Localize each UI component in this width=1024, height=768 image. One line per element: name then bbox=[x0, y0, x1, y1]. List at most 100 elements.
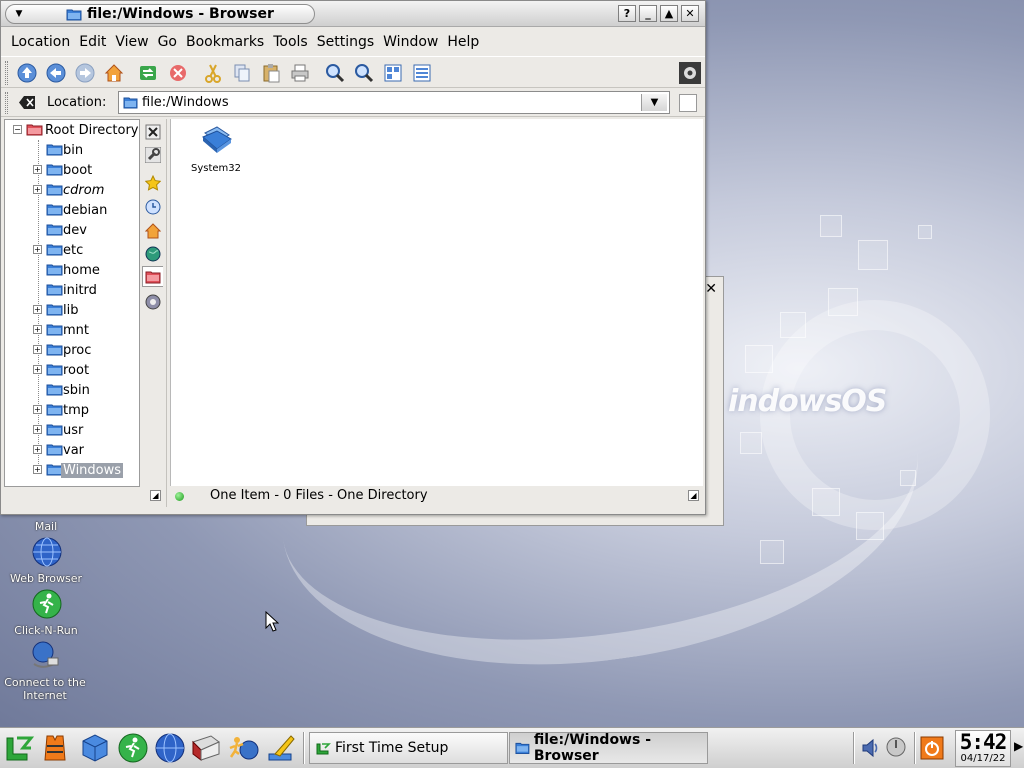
collapse-icon[interactable]: − bbox=[13, 125, 22, 134]
clear-location-icon[interactable] bbox=[19, 95, 36, 110]
file-cabinet-icon[interactable] bbox=[190, 732, 222, 764]
expand-icon[interactable]: + bbox=[33, 465, 42, 474]
menu-bar: Location Edit View Go Bookmarks Tools Se… bbox=[1, 29, 488, 55]
start-menu-icon[interactable] bbox=[3, 732, 35, 764]
back-button[interactable] bbox=[43, 60, 69, 86]
zoom-out-button[interactable] bbox=[351, 60, 377, 86]
clock[interactable]: 5:42 04/17/22 bbox=[955, 730, 1011, 767]
menu-bookmarks[interactable]: Bookmarks bbox=[186, 29, 264, 55]
expand-icon[interactable]: + bbox=[33, 405, 42, 414]
volume-icon[interactable] bbox=[861, 737, 881, 759]
forward-button[interactable] bbox=[72, 60, 98, 86]
print-icon bbox=[291, 64, 309, 82]
task-first-time-setup[interactable]: First Time Setup bbox=[309, 732, 508, 764]
tree-resize-icon[interactable]: ◢ bbox=[150, 490, 161, 501]
sidebar-tab-services[interactable] bbox=[142, 291, 163, 312]
sidebar-tab-configure[interactable] bbox=[142, 144, 163, 165]
file-item-system32[interactable]: System32 bbox=[187, 123, 245, 174]
title-bar[interactable]: ▼ file:/Windows - Browser ? _ ▲ ✕ bbox=[1, 1, 705, 27]
menu-settings[interactable]: Settings bbox=[317, 29, 374, 55]
stop-icon bbox=[170, 65, 186, 81]
up-button[interactable] bbox=[14, 60, 40, 86]
desktop-icon-label-connect[interactable]: Connect to the Internet bbox=[2, 676, 88, 702]
run-icon[interactable] bbox=[31, 588, 63, 620]
home-icon bbox=[144, 222, 161, 238]
run-icon[interactable] bbox=[117, 732, 149, 764]
folder-open-icon bbox=[26, 124, 43, 136]
menu-help[interactable]: Help bbox=[447, 29, 479, 55]
window-menu-icon[interactable]: ▼ bbox=[12, 9, 26, 20]
power-globe-icon[interactable] bbox=[885, 736, 907, 758]
stop-button[interactable] bbox=[165, 60, 191, 86]
logout-power-icon[interactable] bbox=[920, 736, 944, 760]
go-button[interactable] bbox=[679, 94, 697, 112]
desktop-icon-label-web-browser[interactable]: Web Browser bbox=[6, 572, 86, 585]
reload-button[interactable] bbox=[135, 60, 161, 86]
tree-item-label: home bbox=[63, 262, 100, 278]
expand-icon[interactable]: + bbox=[33, 165, 42, 174]
wrench-icon bbox=[144, 146, 161, 163]
sidebar-tab-network[interactable] bbox=[142, 243, 163, 264]
expand-icon[interactable]: + bbox=[33, 245, 42, 254]
copy-button[interactable] bbox=[229, 60, 255, 86]
connect-icon[interactable] bbox=[30, 640, 62, 672]
file-name: System32 bbox=[190, 163, 241, 174]
cut-button[interactable] bbox=[200, 60, 226, 86]
taskbar-scroll-right-icon[interactable]: ▶ bbox=[1014, 739, 1023, 753]
maximize-button[interactable]: ▲ bbox=[660, 5, 678, 22]
paint-brush-icon[interactable] bbox=[265, 732, 297, 764]
location-dropdown-button[interactable]: ▼ bbox=[641, 94, 667, 111]
task-browser[interactable]: file:/Windows - Browser bbox=[509, 732, 708, 764]
icon-view-button[interactable] bbox=[380, 60, 406, 86]
location-grip[interactable] bbox=[5, 92, 8, 114]
print-button[interactable] bbox=[287, 60, 313, 86]
desktop-icon-label-mail[interactable]: Mail bbox=[25, 520, 67, 533]
expand-icon[interactable]: + bbox=[33, 445, 42, 454]
status-led-icon bbox=[175, 492, 184, 501]
panel-splitter[interactable] bbox=[166, 119, 169, 507]
file-view[interactable]: System32 bbox=[170, 119, 703, 486]
expand-icon[interactable]: + bbox=[33, 185, 42, 194]
task-label: file:/Windows - Browser bbox=[533, 732, 652, 764]
expand-icon[interactable]: + bbox=[33, 305, 42, 314]
close-button[interactable]: ✕ bbox=[681, 5, 699, 22]
toolbar-grip[interactable] bbox=[5, 61, 8, 85]
zoom-in-button[interactable] bbox=[322, 60, 348, 86]
menu-window[interactable]: Window bbox=[383, 29, 438, 55]
home-button[interactable] bbox=[101, 60, 127, 86]
lifejacket-icon[interactable] bbox=[39, 732, 71, 764]
expand-icon[interactable]: + bbox=[33, 425, 42, 434]
cube-icon[interactable] bbox=[79, 732, 111, 764]
tree-item-label: boot bbox=[63, 162, 93, 178]
globe-icon[interactable] bbox=[154, 732, 186, 764]
expand-icon[interactable]: + bbox=[33, 365, 42, 374]
directory-tree[interactable]: − Root Directory bin + boot + cdrom debian dev… bbox=[4, 119, 140, 487]
minimize-button[interactable]: _ bbox=[639, 5, 657, 22]
menu-view[interactable]: View bbox=[115, 29, 148, 55]
sidebar-tab-home[interactable] bbox=[142, 220, 163, 241]
copy-icon bbox=[234, 64, 250, 82]
desktop-icon-label-click-n-run[interactable]: Click-N-Run bbox=[6, 624, 86, 637]
sidebar-tab-root-folder[interactable] bbox=[142, 266, 163, 287]
globe-icon[interactable] bbox=[31, 536, 63, 568]
menu-tools[interactable]: Tools bbox=[273, 29, 308, 55]
help-button[interactable]: ? bbox=[618, 5, 636, 22]
expand-icon[interactable]: + bbox=[33, 325, 42, 334]
tree-item-label: usr bbox=[63, 422, 84, 438]
location-input[interactable]: file:/Windows ▼ bbox=[118, 91, 670, 114]
detail-view-button[interactable] bbox=[409, 60, 435, 86]
title-pill: ▼ file:/Windows - Browser bbox=[5, 4, 315, 24]
close-icon[interactable]: ✕ bbox=[705, 281, 717, 297]
wallpaper-logo: indowsOS bbox=[728, 384, 887, 419]
close-sidebar-button[interactable] bbox=[142, 121, 163, 142]
sidebar-tab-bookmarks[interactable] bbox=[142, 172, 163, 193]
network-people-icon[interactable] bbox=[227, 732, 259, 764]
expand-icon[interactable]: + bbox=[33, 345, 42, 354]
menu-location[interactable]: Location bbox=[11, 29, 70, 55]
menu-go[interactable]: Go bbox=[158, 29, 177, 55]
menu-edit[interactable]: Edit bbox=[79, 29, 106, 55]
sidebar-tab-history[interactable] bbox=[142, 196, 163, 217]
paste-button[interactable] bbox=[258, 60, 284, 86]
view-resize-icon[interactable]: ◢ bbox=[688, 490, 699, 501]
tree-item-label: initrd bbox=[63, 282, 97, 298]
